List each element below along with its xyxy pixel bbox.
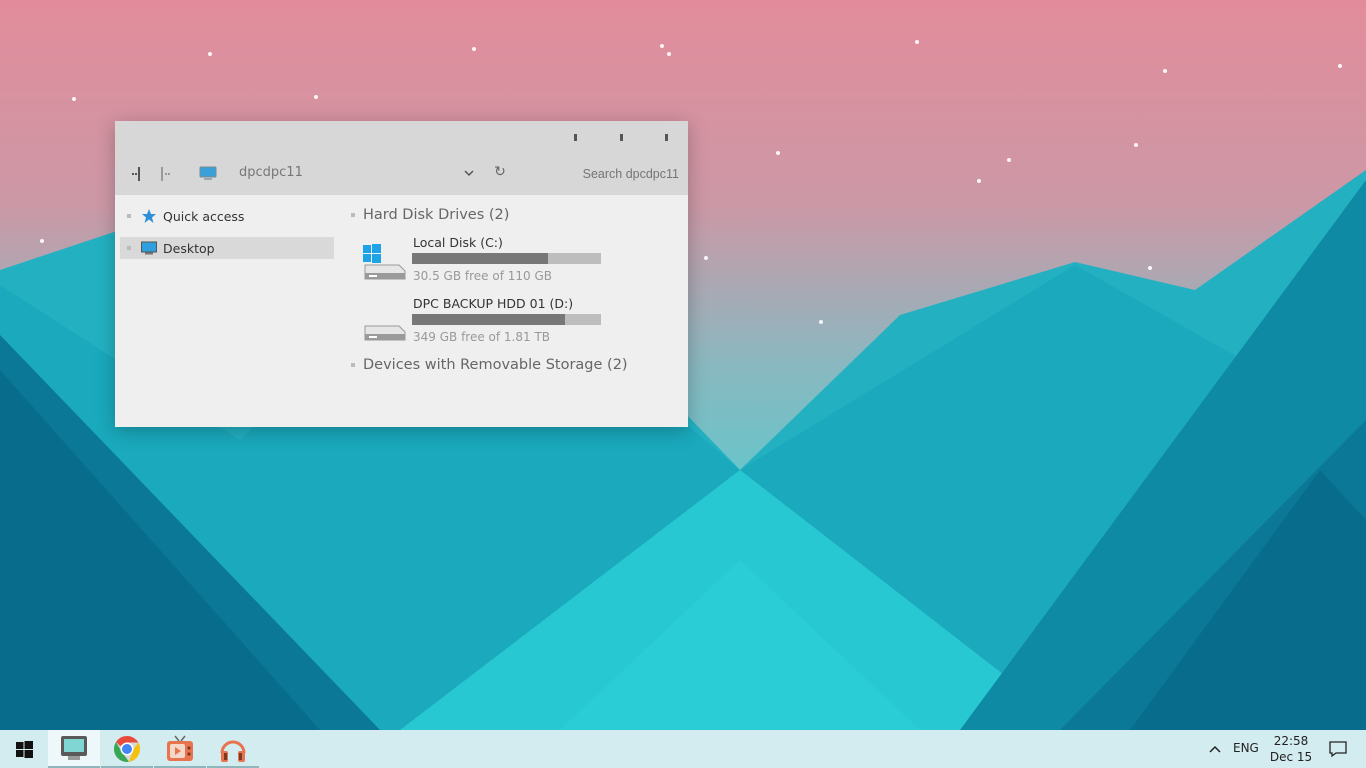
- address-dropdown-button[interactable]: [462, 164, 476, 182]
- this-pc-icon: [198, 164, 218, 184]
- notification-icon: [1329, 741, 1347, 758]
- action-center-button[interactable]: [1328, 740, 1348, 758]
- taskbar-media-player[interactable]: [154, 730, 206, 768]
- show-hidden-icons-button[interactable]: [1206, 741, 1224, 757]
- close-button[interactable]: [651, 130, 681, 144]
- search-input[interactable]: [555, 166, 681, 182]
- expand-icon[interactable]: [127, 246, 131, 250]
- navigation-pane: Quick access Desktop: [115, 195, 341, 427]
- language-indicator[interactable]: ENG: [1233, 741, 1259, 755]
- media-player-icon: [167, 735, 193, 761]
- maximize-button[interactable]: [606, 130, 636, 144]
- minimize-icon: [573, 133, 577, 141]
- desktop-icon: [141, 241, 157, 255]
- drive-free-space: 30.5 GB free of 110 GB: [413, 269, 552, 283]
- minimize-button[interactable]: [560, 130, 590, 144]
- clock[interactable]: 22:58 Dec 15: [1268, 733, 1314, 765]
- drive-usage-fill: [412, 253, 549, 264]
- nav-item-desktop[interactable]: Desktop: [120, 237, 334, 259]
- drive-usage-bar: [412, 253, 601, 264]
- address-toolbar: dpcdpc11 ↻: [115, 153, 688, 195]
- chrome-icon: [113, 735, 141, 762]
- content-pane: Hard Disk Drives (2) Local Disk (C:) 30.…: [341, 195, 688, 427]
- drive-usage-fill: [412, 314, 566, 325]
- taskbar-chrome[interactable]: [101, 730, 153, 768]
- drive-free-space: 349 GB free of 1.81 TB: [413, 330, 551, 344]
- windows-logo-icon: [15, 740, 33, 758]
- group-title: Devices with Removable Storage (2): [363, 357, 628, 373]
- nav-item-label: Quick access: [163, 208, 245, 224]
- group-title: Hard Disk Drives (2): [363, 207, 510, 223]
- drive-usage-bar: [412, 314, 601, 325]
- start-button[interactable]: [0, 730, 48, 768]
- group-header-removable-storage[interactable]: Devices with Removable Storage (2): [351, 357, 628, 373]
- back-button[interactable]: [129, 164, 143, 184]
- refresh-button[interactable]: ↻: [492, 164, 508, 180]
- drive-name: Local Disk (C:): [413, 235, 503, 250]
- collapse-icon: [351, 363, 355, 367]
- nav-item-label: Desktop: [163, 240, 215, 256]
- expand-icon[interactable]: [127, 214, 131, 218]
- star-icon: [142, 209, 156, 223]
- collapse-icon: [351, 213, 355, 217]
- group-header-hard-disk-drives[interactable]: Hard Disk Drives (2): [351, 207, 509, 223]
- drive-item-d[interactable]: DPC BACKUP HDD 01 (D:) 349 GB free of 1.…: [361, 296, 661, 352]
- taskbar-music-player[interactable]: [207, 730, 259, 768]
- back-arrow-icon: [132, 167, 140, 181]
- maximize-icon: [619, 133, 623, 141]
- drive-item-c[interactable]: Local Disk (C:) 30.5 GB free of 110 GB: [361, 235, 661, 291]
- address-bar[interactable]: dpcdpc11: [239, 165, 303, 180]
- clock-time: 22:58: [1273, 734, 1309, 748]
- windows-drive-icon: [363, 244, 406, 280]
- refresh-icon: ↻: [494, 164, 506, 180]
- taskbar-file-explorer[interactable]: [48, 730, 100, 768]
- title-bar[interactable]: [115, 121, 688, 153]
- nav-item-quick-access[interactable]: Quick access: [120, 205, 334, 227]
- headphones-icon: [220, 740, 246, 762]
- chevron-up-icon: [1209, 745, 1221, 753]
- drive-name: DPC BACKUP HDD 01 (D:): [413, 296, 574, 311]
- chevron-down-icon: [464, 170, 474, 177]
- hard-drive-icon: [364, 325, 406, 341]
- forward-button[interactable]: [158, 164, 172, 184]
- forward-arrow-icon: [161, 167, 170, 181]
- file-explorer-icon: [61, 736, 87, 760]
- file-explorer-window: dpcdpc11 ↻ Quick access Desktop Hard Dis…: [115, 121, 688, 427]
- clock-date: Dec 15: [1269, 750, 1313, 764]
- taskbar: ENG 22:58 Dec 15: [0, 730, 1366, 768]
- close-icon: [664, 133, 668, 141]
